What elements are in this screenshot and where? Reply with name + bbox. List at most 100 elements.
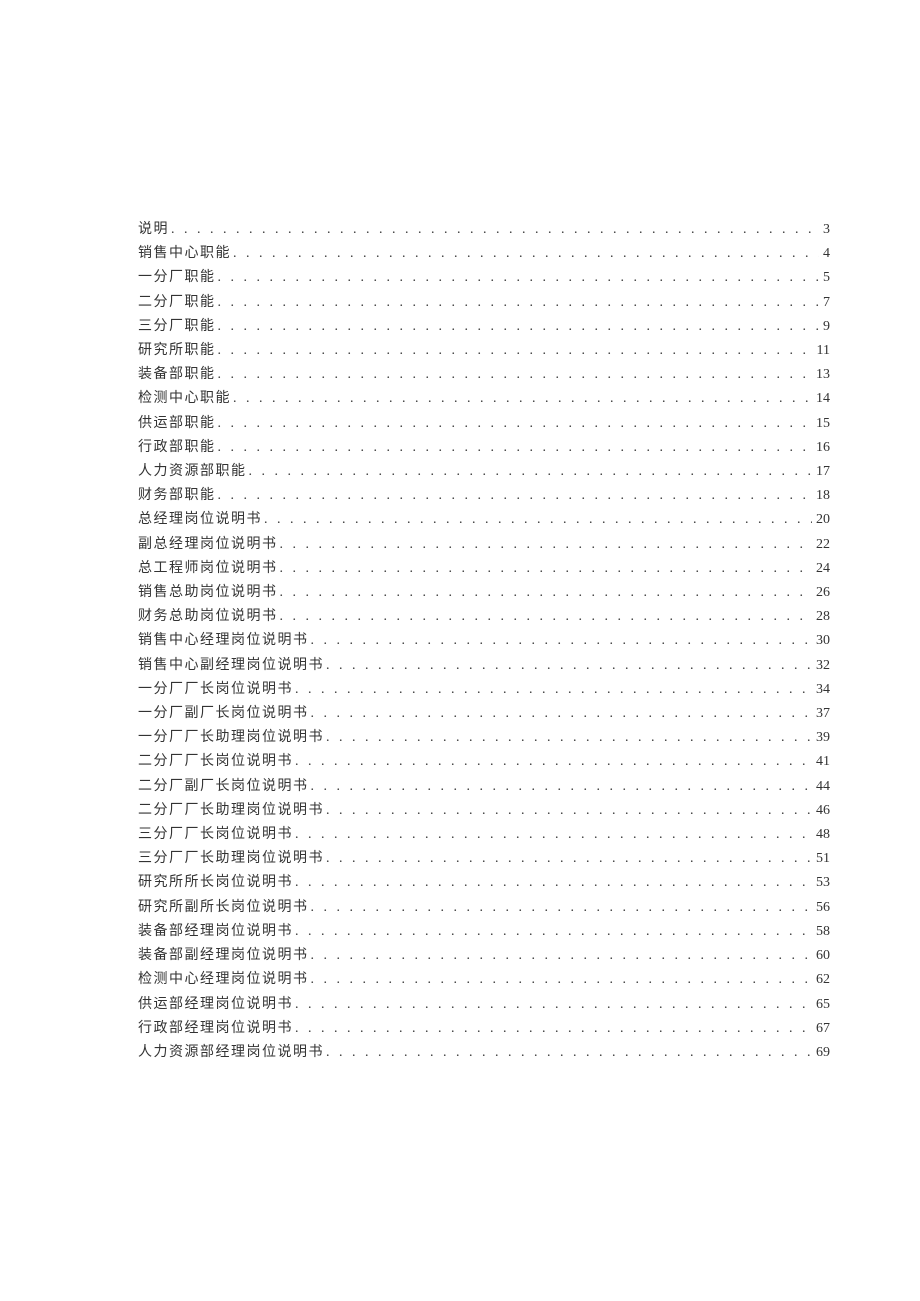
- toc-entry-title: 三分厂厂长助理岗位说明书: [138, 847, 324, 871]
- toc-entry: 检测中心经理岗位说明书62: [138, 968, 830, 992]
- toc-leader-dots: [218, 412, 813, 436]
- toc-entry-page: 28: [814, 605, 830, 629]
- toc-entry: 装备部职能13: [138, 363, 830, 387]
- toc-entry: 研究所所长岗位说明书53: [138, 871, 830, 895]
- toc-entry-page: 22: [814, 533, 830, 557]
- toc-entry: 一分厂厂长助理岗位说明书39: [138, 726, 830, 750]
- toc-entry-page: 14: [814, 387, 830, 411]
- toc-leader-dots: [311, 702, 813, 726]
- toc-entry-page: 60: [814, 944, 830, 968]
- toc-entry-title: 财务总助岗位说明书: [138, 605, 278, 629]
- toc-entry: 装备部经理岗位说明书 58: [138, 920, 830, 944]
- toc-entry-title: 三分厂职能: [138, 315, 216, 339]
- toc-entry-title: 二分厂厂长岗位说明书: [138, 750, 293, 774]
- toc-leader-dots: [218, 266, 820, 290]
- toc-entry: 一分厂厂长岗位说明书34: [138, 678, 830, 702]
- toc-leader-dots: [280, 557, 813, 581]
- toc-entry-title: 二分厂副厂长岗位说明书: [138, 775, 309, 799]
- toc-entry-page: 20: [814, 508, 830, 532]
- toc-entry-title: 副总经理岗位说明书: [138, 533, 278, 557]
- toc-entry: 销售中心职能4: [138, 242, 830, 266]
- toc-leader-dots: [326, 847, 812, 871]
- toc-entry-page: 58: [814, 920, 830, 944]
- toc-entry-page: 3: [821, 218, 830, 242]
- toc-leader-dots: [326, 1041, 812, 1065]
- toc-leader-dots: [295, 920, 812, 944]
- toc-entry: 总经理岗位说明书 20: [138, 508, 830, 532]
- toc-entry-title: 供运部职能: [138, 412, 216, 436]
- toc-leader-dots: [264, 508, 812, 532]
- toc-entry-page: 16: [814, 436, 830, 460]
- toc-leader-dots: [249, 460, 813, 484]
- toc-entry-page: 5: [821, 266, 830, 290]
- toc-entry-page: 37: [814, 702, 830, 726]
- toc-leader-dots: [218, 291, 820, 315]
- toc-entry-page: 9: [821, 315, 830, 339]
- toc-entry: 财务总助岗位说明书 28: [138, 605, 830, 629]
- toc-entry-title: 二分厂厂长助理岗位说明书: [138, 799, 324, 823]
- toc-leader-dots: [295, 1017, 812, 1041]
- toc-entry: 三分厂厂长岗位说明书 48: [138, 823, 830, 847]
- toc-entry-page: 48: [814, 823, 830, 847]
- toc-entry-title: 总经理岗位说明书: [138, 508, 262, 532]
- toc-entry-title: 人力资源部经理岗位说明书: [138, 1041, 324, 1065]
- toc-entry: 销售总助岗位说明书26: [138, 581, 830, 605]
- toc-leader-dots: [311, 944, 813, 968]
- toc-entry-page: 41: [814, 750, 830, 774]
- toc-leader-dots: [295, 823, 812, 847]
- toc-entry-title: 检测中心职能: [138, 387, 231, 411]
- toc-entry-title: 销售中心副经理岗位说明书: [138, 654, 324, 678]
- toc-leader-dots: [218, 484, 813, 508]
- toc-entry-title: 研究所副所长岗位说明书: [138, 896, 309, 920]
- toc-entry-page: 17: [814, 460, 830, 484]
- toc-leader-dots: [233, 242, 819, 266]
- toc-entry: 一分厂副厂长岗位说明书37: [138, 702, 830, 726]
- toc-entry-page: 53: [814, 871, 830, 895]
- toc-entry: 销售中心经理岗位说明书30: [138, 629, 830, 653]
- toc-entry-page: 67: [814, 1017, 830, 1041]
- toc-entry-page: 24: [814, 557, 830, 581]
- toc-entry: 销售中心副经理岗位说明书 32: [138, 654, 830, 678]
- toc-leader-dots: [311, 896, 813, 920]
- toc-entry: 装备部副经理岗位说明书 60: [138, 944, 830, 968]
- toc-entry-title: 销售中心职能: [138, 242, 231, 266]
- toc-entry-title: 说明: [138, 218, 169, 242]
- toc-entry-title: 人力资源部职能: [138, 460, 247, 484]
- toc-entry-title: 研究所职能: [138, 339, 216, 363]
- toc-entry-page: 15: [814, 412, 830, 436]
- toc-entry-title: 二分厂职能: [138, 291, 216, 315]
- toc-entry-title: 行政部经理岗位说明书: [138, 1017, 293, 1041]
- toc-entry-page: 51: [814, 847, 830, 871]
- toc-leader-dots: [311, 775, 813, 799]
- toc-entry: 财务部职能18: [138, 484, 830, 508]
- toc-entry: 检测中心职能 14: [138, 387, 830, 411]
- toc-entry: 研究所职能11: [138, 339, 830, 363]
- toc-entry-title: 一分厂厂长助理岗位说明书: [138, 726, 324, 750]
- toc-entry: 一分厂职能5: [138, 266, 830, 290]
- toc-entry: 三分厂职能 9: [138, 315, 830, 339]
- toc-entry-page: 32: [814, 654, 830, 678]
- toc-entry-page: 44: [814, 775, 830, 799]
- toc-entry-page: 62: [814, 968, 830, 992]
- toc-entry: 二分厂职能7: [138, 291, 830, 315]
- toc-entry-title: 销售总助岗位说明书: [138, 581, 278, 605]
- toc-entry: 人力资源部职能 17: [138, 460, 830, 484]
- toc-entry-page: 46: [814, 799, 830, 823]
- toc-leader-dots: [326, 654, 812, 678]
- toc-entry-page: 69: [814, 1041, 830, 1065]
- toc-leader-dots: [311, 968, 813, 992]
- toc-leader-dots: [295, 993, 812, 1017]
- toc-entry: 三分厂厂长助理岗位说明书 51: [138, 847, 830, 871]
- toc-entry: 供运部职能 15: [138, 412, 830, 436]
- toc-entry-title: 行政部职能: [138, 436, 216, 460]
- toc-leader-dots: [218, 339, 813, 363]
- toc-leader-dots: [171, 218, 819, 242]
- toc-entry: 总工程师岗位说明书24: [138, 557, 830, 581]
- toc-entry-title: 三分厂厂长岗位说明书: [138, 823, 293, 847]
- toc-entry-title: 装备部副经理岗位说明书: [138, 944, 309, 968]
- toc-leader-dots: [233, 387, 812, 411]
- toc-entry-title: 装备部经理岗位说明书: [138, 920, 293, 944]
- toc-entry-title: 装备部职能: [138, 363, 216, 387]
- toc-leader-dots: [218, 436, 813, 460]
- toc-entry-page: 65: [814, 993, 830, 1017]
